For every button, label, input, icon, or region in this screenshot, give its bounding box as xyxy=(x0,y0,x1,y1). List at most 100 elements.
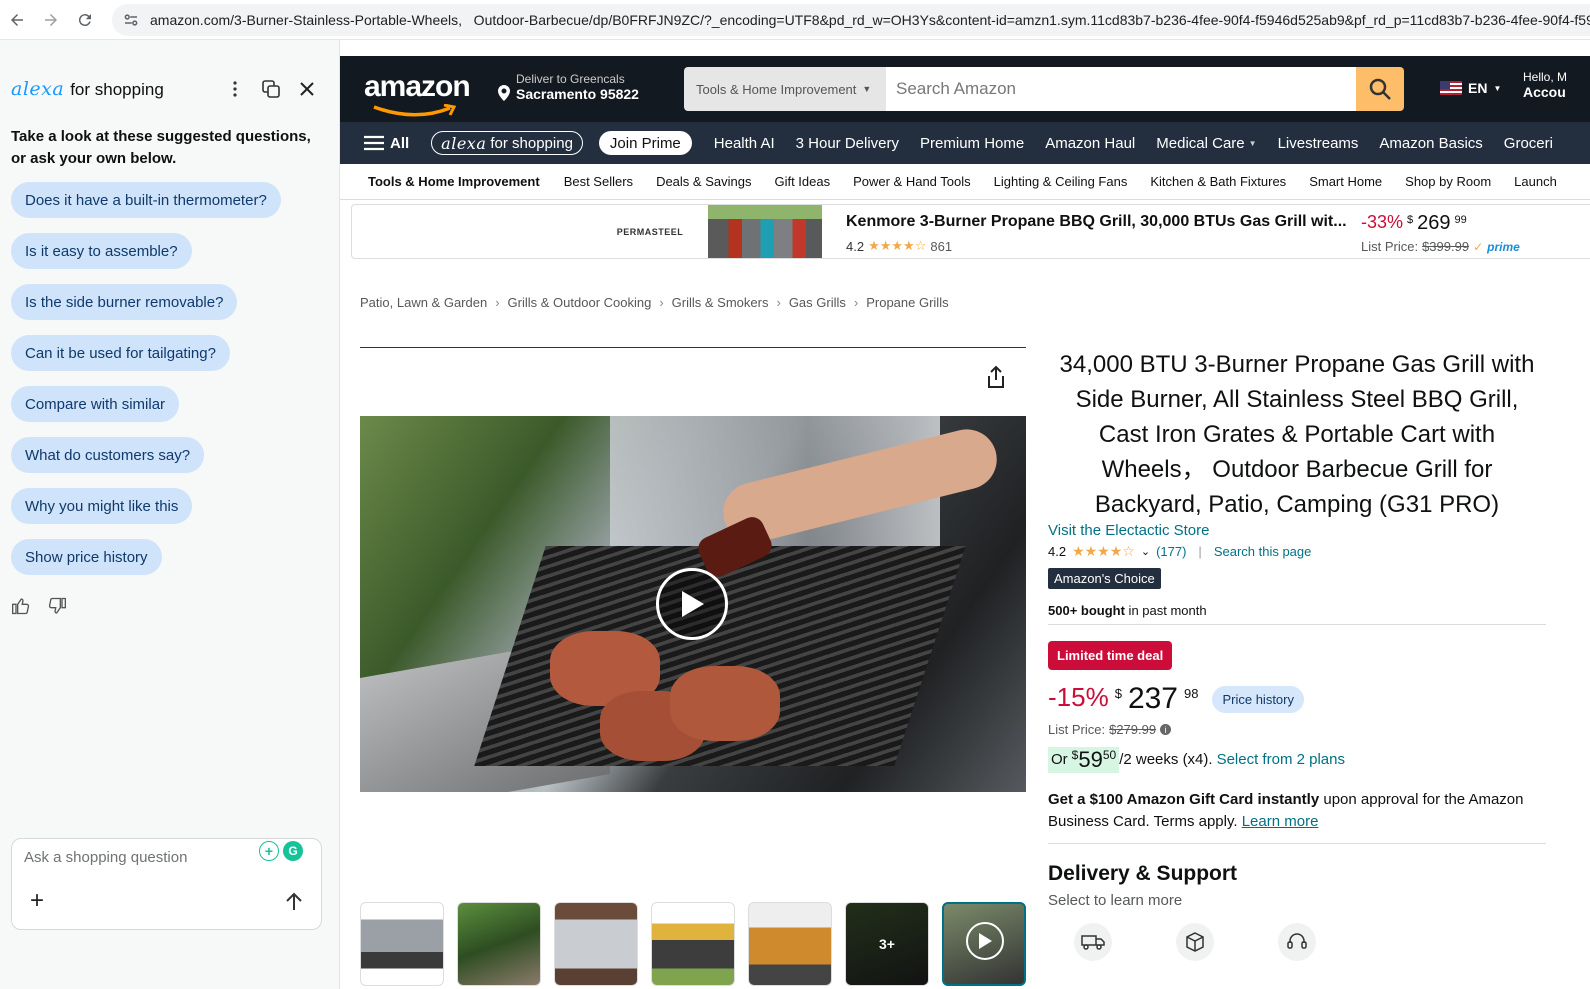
star-rating-icon[interactable]: ★★★★☆ xyxy=(1072,543,1135,560)
play-icon xyxy=(966,922,1004,960)
ad-brand-logo[interactable]: PERMASTEEL xyxy=(592,205,708,258)
back-icon[interactable] xyxy=(0,3,34,37)
thumbnail[interactable] xyxy=(360,902,444,986)
subnav-item[interactable]: Kitchen & Bath Fixtures xyxy=(1150,174,1286,189)
amazon-logo[interactable]: amazon xyxy=(364,70,471,117)
close-icon[interactable] xyxy=(297,79,317,99)
alexa-wordmark: alexa xyxy=(441,133,487,153)
bought-count-suffix: in past month xyxy=(1124,603,1207,618)
review-count-link[interactable]: (177) xyxy=(1156,544,1186,559)
account-greeting: Hello, M xyxy=(1523,70,1568,84)
add-extension-icon[interactable]: + xyxy=(259,841,279,861)
suggestion-chip[interactable]: Is it easy to assemble? xyxy=(11,233,192,269)
copy-window-icon[interactable] xyxy=(261,79,281,99)
address-bar[interactable]: amazon.com/3-Burner-Stainless-Portable-W… xyxy=(112,4,1590,36)
ad-title[interactable]: Kenmore 3-Burner Propane BBQ Grill, 30,0… xyxy=(846,213,1347,231)
thumbnail-video[interactable] xyxy=(942,902,1026,986)
search-category-select[interactable]: Tools & Home Improvement ▼ xyxy=(684,67,886,111)
subnav-item[interactable]: Shop by Room xyxy=(1405,174,1491,189)
breadcrumb-link[interactable]: Propane Grills xyxy=(866,295,948,310)
subnav-item[interactable]: Deals & Savings xyxy=(656,174,751,189)
thumbs-up-icon[interactable] xyxy=(11,596,31,616)
forward-icon[interactable] xyxy=(34,3,68,37)
ad-rating[interactable]: 4.2 ★★★★☆ 861 xyxy=(846,238,952,254)
breadcrumb-link[interactable]: Gas Grills xyxy=(789,295,846,310)
thumbnail[interactable] xyxy=(651,902,735,986)
search-this-page-link[interactable]: Search this page xyxy=(1214,544,1312,559)
thumbnail-more[interactable]: 3+ xyxy=(845,902,929,986)
attach-plus-icon[interactable]: + xyxy=(30,889,44,913)
breadcrumb-link[interactable]: Grills & Smokers xyxy=(672,295,769,310)
share-icon[interactable] xyxy=(985,365,1007,389)
all-menu-button[interactable]: All xyxy=(364,135,409,152)
grammarly-icon[interactable]: G xyxy=(283,841,303,861)
suggestion-chip[interactable]: Does it have a built-in thermometer? xyxy=(11,182,281,218)
account-menu[interactable]: Hello, M Accou xyxy=(1523,70,1567,100)
play-icon[interactable] xyxy=(656,568,728,640)
ad-product-image[interactable] xyxy=(708,205,822,258)
thumbnail[interactable] xyxy=(457,902,541,986)
location-pin-icon xyxy=(498,85,510,101)
amazons-choice-badge: Amazon's Choice xyxy=(1048,568,1161,589)
divider xyxy=(1048,624,1546,625)
prime-check-icon: ✓ xyxy=(1473,239,1484,254)
language-selector[interactable]: EN ▼ xyxy=(1440,80,1501,96)
ad-price: -33% $ 269 99 xyxy=(1361,212,1467,235)
chevron-down-icon[interactable]: ⌄ xyxy=(1141,545,1150,558)
nav-link[interactable]: 3 Hour Delivery xyxy=(796,135,899,152)
learn-more-link[interactable]: Learn more xyxy=(1242,813,1319,830)
product-video[interactable] xyxy=(360,416,1026,792)
category-subnav: Tools & Home Improvement Best Sellers De… xyxy=(340,164,1590,200)
info-icon[interactable]: i xyxy=(1160,724,1172,735)
price-history-button[interactable]: Price history xyxy=(1212,686,1304,713)
subnav-item[interactable]: Launch xyxy=(1514,174,1557,189)
thumbs-down-icon[interactable] xyxy=(47,596,67,616)
select-plans-link[interactable]: Select from 2 plans xyxy=(1217,751,1345,768)
rating-separator: | xyxy=(1198,544,1202,559)
delivery-truck-icon[interactable] xyxy=(1074,923,1112,961)
dropdown-caret-icon: ▼ xyxy=(1248,138,1257,148)
search-button[interactable] xyxy=(1356,67,1404,111)
store-link[interactable]: Visit the Electactic Store xyxy=(1048,522,1546,539)
breadcrumb-link[interactable]: Patio, Lawn & Garden xyxy=(360,295,487,310)
url-text[interactable]: amazon.com/3-Burner-Stainless-Portable-W… xyxy=(150,12,1590,28)
subnav-item[interactable]: Gift Ideas xyxy=(774,174,830,189)
sponsored-ad-banner[interactable]: PERMASTEEL Kenmore 3-Burner Propane BBQ … xyxy=(351,204,1590,259)
thumbnail[interactable] xyxy=(554,902,638,986)
nav-link[interactable]: Premium Home xyxy=(920,135,1024,152)
subnav-item[interactable]: Smart Home xyxy=(1309,174,1382,189)
breadcrumb-link[interactable]: Grills & Outdoor Cooking xyxy=(508,295,652,310)
rating-value: 4.2 xyxy=(1048,544,1067,559)
suggestion-chip[interactable]: What do customers say? xyxy=(11,437,205,473)
nav-link[interactable]: Health AI xyxy=(714,135,775,152)
feedback-buttons xyxy=(11,596,67,616)
nav-link-medical-care[interactable]: Medical Care ▼ xyxy=(1156,135,1256,152)
suggestion-chip[interactable]: Can it be used for tailgating? xyxy=(11,335,230,371)
customer-support-icon[interactable] xyxy=(1278,923,1316,961)
search-input[interactable] xyxy=(886,67,1356,111)
alexa-for-shopping-button[interactable]: alexa for shopping xyxy=(431,131,583,155)
suggestion-chip[interactable]: Why you might like this xyxy=(11,488,193,524)
deliver-to[interactable]: Deliver to Greencals Sacramento 95822 xyxy=(496,72,639,102)
more-options-icon[interactable] xyxy=(225,79,245,99)
product-info: 34,000 BTU 3-Burner Propane Gas Grill wi… xyxy=(1048,347,1546,961)
subnav-item[interactable]: Power & Hand Tools xyxy=(853,174,971,189)
site-settings-icon[interactable] xyxy=(122,11,140,29)
nav-link[interactable]: Amazon Basics xyxy=(1379,135,1482,152)
suggestion-chip[interactable]: Compare with similar xyxy=(11,386,180,422)
join-prime-button[interactable]: Join Prime xyxy=(598,131,692,155)
nav-link[interactable]: Amazon Haul xyxy=(1045,135,1135,152)
nav-link[interactable]: Livestreams xyxy=(1278,135,1359,152)
deliver-line1: Deliver to Greencals xyxy=(516,72,625,86)
subnav-item[interactable]: Best Sellers xyxy=(564,174,633,189)
ask-question-input[interactable] xyxy=(24,849,254,866)
suggestion-chip[interactable]: Show price history xyxy=(11,539,162,575)
nav-link[interactable]: Groceri xyxy=(1504,135,1553,152)
reload-icon[interactable] xyxy=(68,3,102,37)
suggestion-chip[interactable]: Is the side burner removable? xyxy=(11,284,238,320)
return-box-icon[interactable] xyxy=(1176,923,1214,961)
subnav-item[interactable]: Tools & Home Improvement xyxy=(368,174,540,189)
subnav-item[interactable]: Lighting & Ceiling Fans xyxy=(994,174,1128,189)
send-arrow-icon[interactable] xyxy=(281,889,307,915)
thumbnail[interactable] xyxy=(748,902,832,986)
